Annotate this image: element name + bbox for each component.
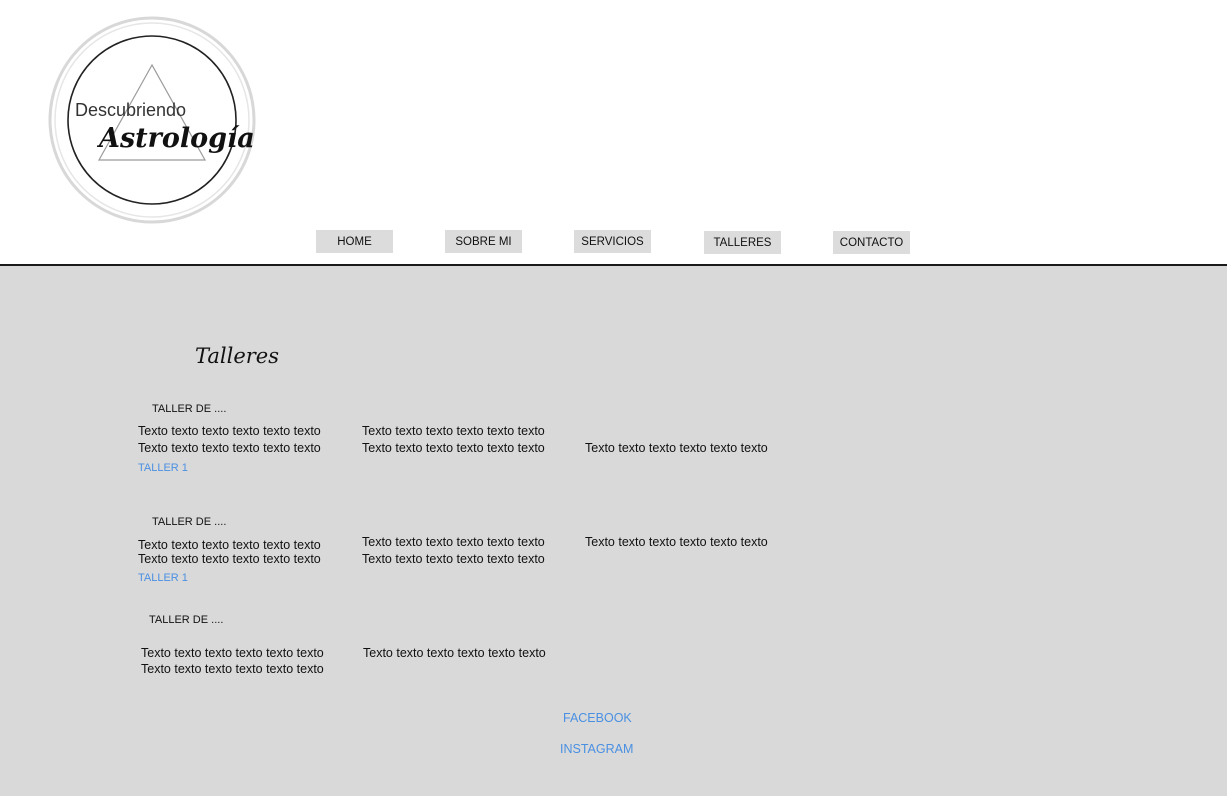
workshop-text: Texto texto texto texto texto texto bbox=[585, 535, 768, 549]
facebook-link[interactable]: FACEBOOK bbox=[563, 711, 632, 725]
workshop-link[interactable]: TALLER 1 bbox=[138, 572, 188, 584]
workshop-text: Texto texto texto texto texto texto bbox=[138, 538, 321, 552]
workshop-text: Texto texto texto texto texto texto bbox=[585, 441, 768, 455]
page-title: Talleres bbox=[195, 344, 279, 368]
workshop-heading: TALLER DE .... bbox=[149, 614, 224, 626]
workshop-text: Texto texto texto texto texto texto bbox=[362, 535, 545, 549]
workshop-heading: TALLER DE .... bbox=[152, 516, 227, 528]
instagram-link[interactable]: INSTAGRAM bbox=[560, 742, 633, 756]
workshop-text: Texto texto texto texto texto texto bbox=[141, 646, 324, 660]
workshop-text: Texto texto texto texto texto texto bbox=[138, 552, 321, 566]
site-header: Descubriendo Astrología HOME SOBRE MI SE… bbox=[0, 0, 1227, 265]
main-content: Talleres TALLER DE .... Texto texto text… bbox=[0, 266, 1227, 796]
logo-line-2: Astrología bbox=[96, 123, 255, 154]
nav-contacto-button[interactable]: CONTACTO bbox=[833, 231, 910, 254]
workshop-text: Texto texto texto texto texto texto bbox=[362, 424, 545, 438]
nav-home-button[interactable]: HOME bbox=[316, 230, 393, 253]
workshop-text: Texto texto texto texto texto texto bbox=[362, 552, 545, 566]
workshop-text: Texto texto texto texto texto texto bbox=[362, 441, 545, 455]
site-logo[interactable]: Descubriendo Astrología bbox=[47, 15, 257, 225]
workshop-text: Texto texto texto texto texto texto bbox=[363, 646, 546, 660]
nav-sobre-mi-button[interactable]: SOBRE MI bbox=[445, 230, 522, 253]
nav-talleres-button[interactable]: TALLERES bbox=[704, 231, 781, 254]
workshop-text: Texto texto texto texto texto texto bbox=[141, 662, 324, 676]
workshop-text: Texto texto texto texto texto texto bbox=[138, 424, 321, 438]
logo-line-1: Descubriendo bbox=[75, 100, 186, 120]
logo-emblem: Descubriendo Astrología bbox=[48, 16, 256, 224]
workshop-link[interactable]: TALLER 1 bbox=[138, 462, 188, 474]
workshop-heading: TALLER DE .... bbox=[152, 403, 227, 415]
nav-servicios-button[interactable]: SERVICIOS bbox=[574, 230, 651, 253]
workshop-text: Texto texto texto texto texto texto bbox=[138, 441, 321, 455]
